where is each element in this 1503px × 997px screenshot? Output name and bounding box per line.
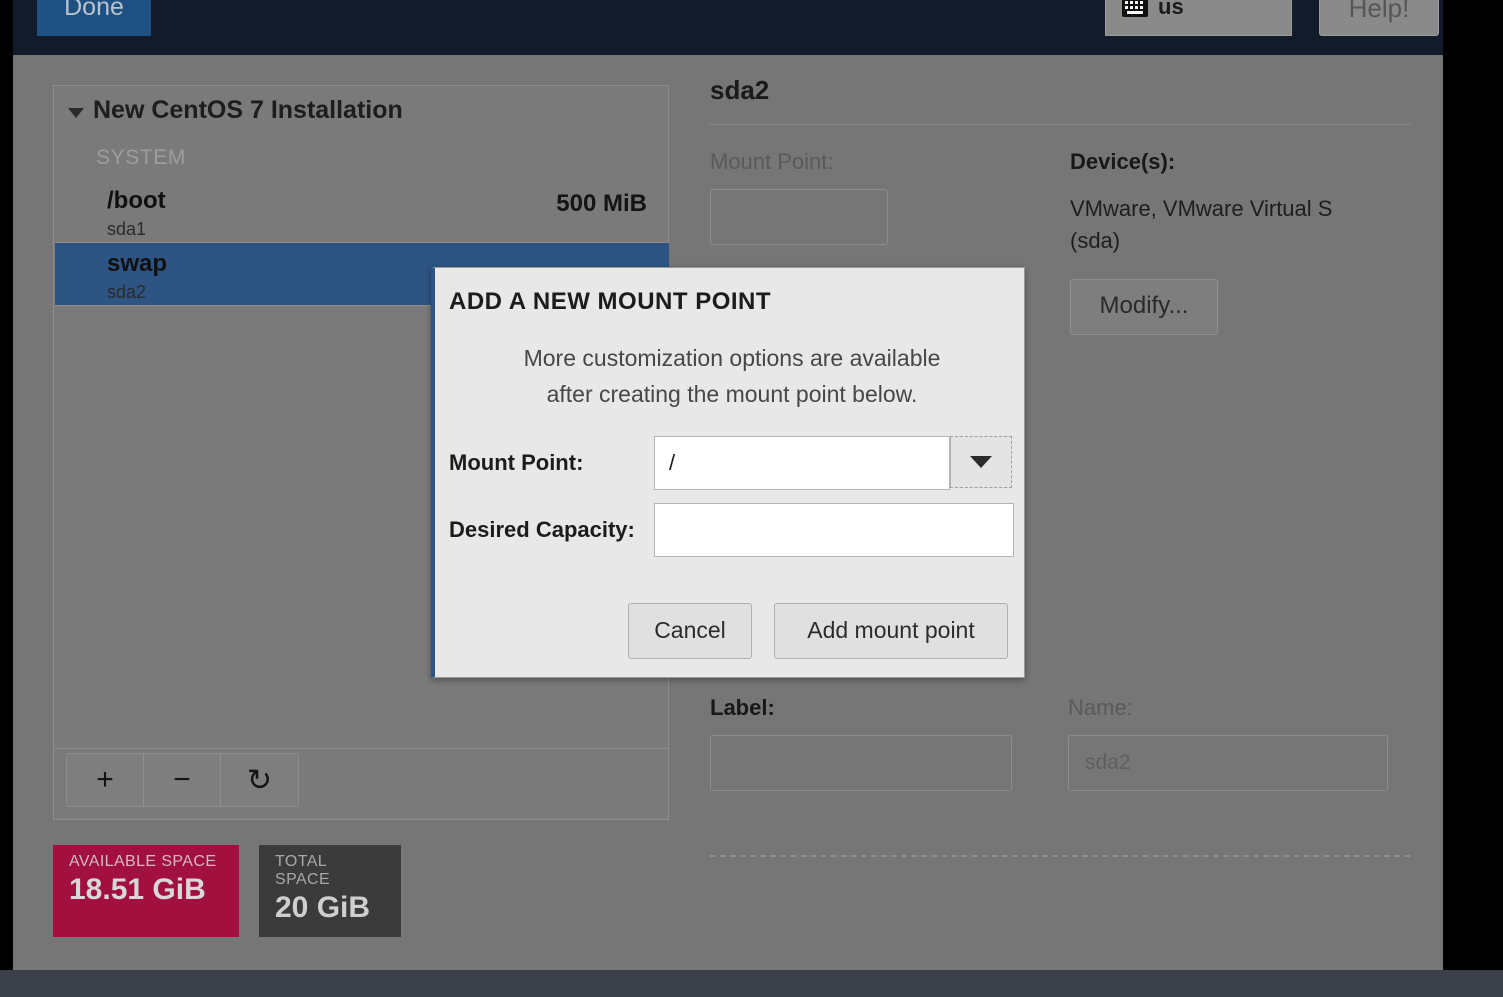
name-label: Name: bbox=[1068, 695, 1133, 720]
dialog-capacity-input[interactable] bbox=[654, 503, 1014, 557]
keyboard-layout-indicator[interactable]: us bbox=[1105, 0, 1292, 36]
installation-group-header[interactable]: New CentOS 7 Installation bbox=[68, 96, 403, 125]
keyboard-icon bbox=[1122, 0, 1148, 17]
installer-screen: Done us Help! New CentOS 7 Installation … bbox=[0, 0, 1503, 997]
partition-toolbar: + − ↻ bbox=[66, 753, 299, 807]
name-field-group: Name: sda2 bbox=[1068, 695, 1398, 791]
dialog-description-line1: More customization options are available bbox=[523, 345, 941, 371]
dialog-mount-point-label: Mount Point: bbox=[449, 450, 584, 475]
toolbar-divider bbox=[55, 748, 669, 749]
add-mount-point-dialog: ADD A NEW MOUNT POINT More customization… bbox=[431, 267, 1025, 678]
dialog-title: ADD A NEW MOUNT POINT bbox=[449, 288, 772, 315]
partition-row-boot[interactable]: /boot sda1 500 MiB bbox=[55, 180, 669, 242]
label-field-group: Label: bbox=[710, 695, 1068, 791]
devices-label: Device(s): bbox=[1070, 149, 1176, 174]
add-mount-point-button[interactable]: Add mount point bbox=[774, 603, 1008, 659]
keyboard-layout-label: us bbox=[1158, 0, 1184, 19]
mount-point-input[interactable] bbox=[710, 189, 888, 245]
dialog-description-line2: after creating the mount point below. bbox=[546, 381, 918, 407]
dialog-mount-point-row: Mount Point: / bbox=[449, 436, 1015, 490]
triangle-down-icon bbox=[68, 107, 84, 118]
detail-dashed-divider bbox=[710, 855, 1410, 857]
available-space-box: AVAILABLE SPACE 18.51 GiB bbox=[53, 845, 239, 937]
partition-size-label: 500 MiB bbox=[556, 190, 647, 217]
available-space-value: 18.51 GiB bbox=[69, 873, 206, 906]
label-label: Label: bbox=[710, 695, 775, 720]
dialog-description: More customization options are available… bbox=[435, 340, 1029, 412]
mount-point-label: Mount Point: bbox=[710, 149, 834, 174]
dialog-capacity-label: Desired Capacity: bbox=[449, 517, 635, 542]
window-right-border bbox=[1443, 0, 1503, 970]
dialog-mount-point-input[interactable]: / bbox=[654, 436, 950, 490]
help-button[interactable]: Help! bbox=[1319, 0, 1439, 36]
window-left-border bbox=[0, 0, 13, 970]
remove-partition-button[interactable]: − bbox=[144, 754, 221, 806]
total-space-box: TOTAL SPACE 20 GiB bbox=[259, 845, 401, 937]
installation-group-label: New CentOS 7 Installation bbox=[93, 96, 403, 124]
devices-field-group: Device(s): VMware, VMware Virtual S (sda… bbox=[1070, 149, 1410, 335]
cancel-button[interactable]: Cancel bbox=[628, 603, 752, 659]
dialog-mount-point-combo[interactable]: / bbox=[654, 436, 1012, 490]
label-name-row: Label: Name: sda2 bbox=[710, 695, 1398, 791]
detail-divider bbox=[710, 124, 1410, 125]
space-summary: AVAILABLE SPACE 18.51 GiB TOTAL SPACE 20… bbox=[53, 845, 401, 937]
available-space-caption: AVAILABLE SPACE bbox=[69, 853, 217, 870]
total-space-caption: TOTAL SPACE bbox=[275, 853, 331, 888]
desktop-bottom-bar bbox=[0, 970, 1503, 997]
refresh-partitions-button[interactable]: ↻ bbox=[221, 754, 298, 806]
chevron-down-icon[interactable] bbox=[950, 436, 1012, 488]
installer-top-bar: Done us Help! bbox=[13, 0, 1443, 55]
device-detail-title: sda2 bbox=[710, 75, 770, 105]
devices-value: VMware, VMware Virtual S (sda) bbox=[1070, 196, 1333, 253]
add-partition-button[interactable]: + bbox=[67, 754, 144, 806]
partition-group-system-label: SYSTEM bbox=[96, 146, 186, 169]
dialog-button-row: Cancel Add mount point bbox=[628, 603, 1008, 659]
name-input[interactable]: sda2 bbox=[1068, 735, 1388, 791]
partition-device-label: sda1 bbox=[107, 219, 147, 239]
label-input[interactable] bbox=[710, 735, 1012, 791]
done-button[interactable]: Done bbox=[37, 0, 151, 36]
modify-devices-button[interactable]: Modify... bbox=[1070, 279, 1218, 335]
dialog-capacity-row: Desired Capacity: bbox=[449, 503, 1015, 557]
total-space-value: 20 GiB bbox=[275, 891, 371, 924]
